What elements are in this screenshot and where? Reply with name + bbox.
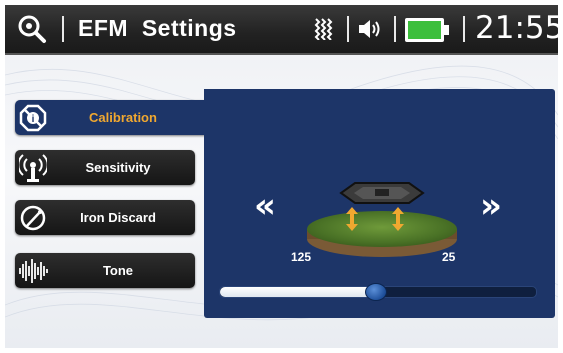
calibration-icon: i — [15, 100, 51, 135]
menu-item-calibration[interactable]: i Calibration — [15, 100, 205, 135]
search-icon[interactable] — [17, 14, 47, 49]
sensitivity-icon — [15, 150, 51, 185]
iron-discard-icon — [15, 200, 51, 235]
menu-item-tone[interactable]: Tone — [15, 253, 195, 288]
separator — [347, 16, 349, 42]
right-value: 25 — [442, 250, 456, 264]
calibration-panel: « » 125 25 — [204, 89, 555, 318]
tone-icon — [15, 253, 51, 288]
menu-item-label: Calibration — [89, 110, 157, 125]
left-value: 125 — [291, 250, 312, 264]
calibration-slider[interactable] — [219, 283, 537, 301]
next-button[interactable]: » — [480, 189, 502, 223]
menu-item-label: Sensitivity — [85, 160, 151, 175]
menu-item-iron-discard[interactable]: Iron Discard — [15, 200, 195, 235]
menu-item-sensitivity[interactable]: Sensitivity — [15, 150, 195, 185]
separator — [463, 16, 465, 42]
menu-item-label: Tone — [102, 263, 134, 278]
app-screen: EFM Settings 21:55 i Calibration Sensiti… — [5, 5, 558, 348]
slider-fill — [220, 287, 375, 297]
volume-icon[interactable] — [357, 18, 383, 45]
prev-button[interactable]: « — [254, 189, 276, 223]
battery-icon — [404, 17, 450, 48]
page-title: EFM Settings — [78, 15, 237, 41]
menu-item-label: Iron Discard — [80, 210, 156, 225]
slider-thumb[interactable] — [365, 283, 387, 301]
clock: 21:55 — [475, 10, 558, 46]
separator — [62, 16, 64, 42]
separator — [394, 16, 396, 42]
signal-icon — [313, 18, 333, 45]
status-bar: EFM Settings 21:55 — [5, 5, 558, 55]
svg-text:i: i — [32, 114, 35, 125]
